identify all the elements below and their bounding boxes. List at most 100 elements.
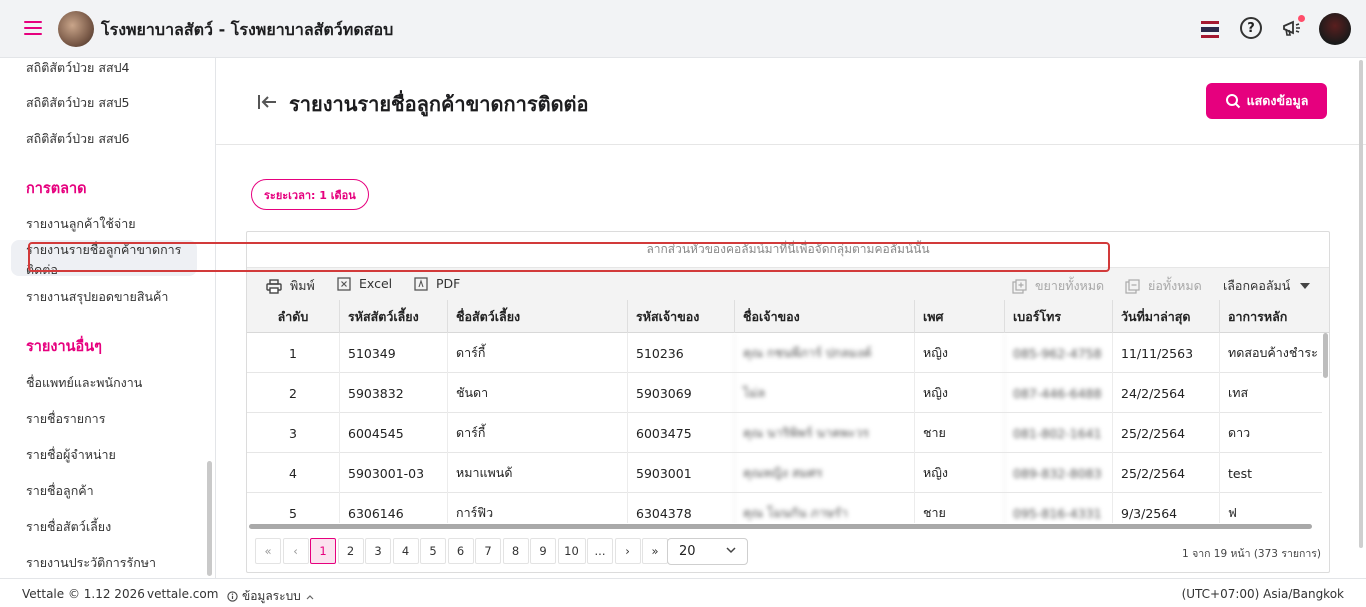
page-button-1[interactable]: 1 <box>310 538 336 564</box>
sidebar-item-customer-spending[interactable]: รายงานลูกค้าใช้จ่าย <box>26 214 136 234</box>
site-link[interactable]: vettale.com <box>147 587 218 601</box>
cell-no: 2 <box>289 385 297 401</box>
cell-gender: ชาย <box>914 413 1004 453</box>
page-scrollbar[interactable] <box>1359 60 1363 548</box>
page-button-6[interactable]: 6 <box>447 538 474 564</box>
page-info: 1 จาก 19 หน้า (373 รายการ) <box>1182 548 1321 560</box>
page-button-5[interactable]: 5 <box>420 538 446 564</box>
table-header: ลำดับ รหัสสัตว์เลี้ยง ชื่อสัตว์เลี้ยง รห… <box>247 300 1329 333</box>
table-row[interactable]: 2 5903832 ชันดา 5903069 ไม่ล หญิง 087-44… <box>247 373 1322 413</box>
cell-main-symptom: ทดสอบค้างชำระ ร <box>1219 333 1322 373</box>
sidebar-item-stat4[interactable]: สถิติสัตว์ป่วย สสป4 <box>26 58 129 78</box>
sidebar-item-sales-summary[interactable]: รายงานสรุปยอดขายสินค้า <box>26 287 168 307</box>
column-header-main-symptom[interactable]: อาการหลัก <box>1219 300 1329 333</box>
sidebar-item-doctors[interactable]: ชื่อแพทย์และพนักงาน <box>26 373 142 393</box>
column-header-phone[interactable]: เบอร์โทร <box>1004 300 1112 333</box>
column-header-last-visit[interactable]: วันที่มาล่าสุด <box>1112 300 1219 333</box>
cell-no: 3 <box>289 425 297 441</box>
sidebar-item-lost-customers[interactable]: รายงานรายชื่อลูกค้าขาดการ ติดต่อ <box>26 240 181 280</box>
help-icon[interactable]: ? <box>1240 17 1262 39</box>
table-row[interactable]: 3 6004545 ดาร์กี้ 6003475 คุณ นาริพิพร์ … <box>247 413 1322 453</box>
clinic-logo <box>58 11 94 47</box>
collapse-all-label: ย่อทั้งหมด <box>1148 278 1202 293</box>
cell-gender: หญิง <box>914 453 1004 493</box>
column-header-pet-code[interactable]: รหัสสัตว์เลี้ยง <box>339 300 447 333</box>
print-button[interactable]: พิมพ์ <box>266 276 315 296</box>
cell-no: 1 <box>289 345 297 361</box>
page-button-3[interactable]: 3 <box>365 538 391 564</box>
table-horizontal-scrollbar[interactable] <box>249 524 1312 529</box>
expand-all-button[interactable]: ขยายทั้งหมด <box>1012 276 1104 296</box>
top-bar: โรงพยาบาลสัตว์ - โรงพยาบาลสัตว์ทดสอบ ? <box>0 0 1366 58</box>
next-page-button[interactable]: › <box>614 538 641 564</box>
page-button-8[interactable]: 8 <box>502 538 529 564</box>
excel-button[interactable]: Excel <box>337 276 392 291</box>
page-button-7[interactable]: 7 <box>475 538 501 564</box>
column-chooser-label: เลือกคอลัมน์ <box>1223 278 1291 293</box>
show-data-button[interactable]: แสดงข้อมูล <box>1206 83 1327 119</box>
page-button-2[interactable]: 2 <box>337 538 364 564</box>
table-row[interactable]: 1 510349 ดาร์กี้ 510236 คุณ กชนพีภาร์ ปก… <box>247 333 1322 373</box>
cell-phone: 081-802-1641 <box>1004 413 1112 453</box>
pdf-button[interactable]: PDF <box>414 276 460 291</box>
sidebar-item-stat5[interactable]: สถิติสัตว์ป่วย สสป5 <box>26 93 129 113</box>
timezone-text: (UTC+07:00) Asia/Bangkok <box>1181 587 1344 601</box>
thai-flag-icon[interactable] <box>1201 21 1219 38</box>
sidebar-item-customers[interactable]: รายชื่อลูกค้า <box>26 481 94 501</box>
cell-pet-code: 6306146 <box>339 493 447 523</box>
first-page-button[interactable]: « <box>255 538 281 564</box>
column-header-pet-name[interactable]: ชื่อสัตว์เลี้ยง <box>447 300 627 333</box>
sidebar-item-suppliers[interactable]: รายชื่อผู้จำหน่าย <box>26 445 116 465</box>
cell-owner-code: 5903001 <box>627 453 734 493</box>
menu-icon[interactable] <box>24 21 42 35</box>
page-button-4[interactable]: 4 <box>392 538 419 564</box>
sidebar-item-stat6[interactable]: สถิติสัตว์ป่วย สสป6 <box>26 129 129 149</box>
sidebar-item-items[interactable]: รายชื่อรายการ <box>26 409 105 429</box>
group-panel[interactable]: ลากส่วนหัวของคอลัมน์มาที่นี่เพื่อจัดกลุ่… <box>247 232 1329 268</box>
column-header-no[interactable]: ลำดับ <box>247 300 339 333</box>
column-header-gender[interactable]: เพศ <box>914 300 1004 333</box>
system-info-button[interactable]: ข้อมูลระบบ <box>227 587 314 606</box>
cell-last-visit: 25/2/2564 <box>1112 453 1219 493</box>
sidebar-section-other: รายงานอื่นๆ <box>26 339 102 355</box>
chevron-down-icon <box>726 547 736 554</box>
page-ellipsis-button[interactable]: ... <box>587 538 613 564</box>
sidebar-item-treatment-history[interactable]: รายงานประวัติการรักษา <box>26 553 156 573</box>
collapse-icon <box>1125 278 1140 294</box>
avatar[interactable] <box>1319 13 1351 45</box>
sidebar-item-pets[interactable]: รายชื่อสัตว์เลี้ยง <box>26 517 111 537</box>
cell-phone: 089-832-8083 <box>1004 453 1112 493</box>
main-content: รายงานรายชื่อลูกค้าขาดการติดต่อ แสดงข้อม… <box>216 58 1366 578</box>
excel-label: Excel <box>359 276 393 291</box>
prev-page-button[interactable]: ‹ <box>282 538 309 564</box>
period-chip[interactable]: ระยะเวลา: 1 เดือน <box>251 179 369 210</box>
app-title: โรงพยาบาลสัตว์ - โรงพยาบาลสัตว์ทดสอบ <box>101 20 394 39</box>
footer: Vettale © 1.12 2026 vettale.com ข้อมูลระ… <box>0 578 1366 607</box>
expand-all-label: ขยายทั้งหมด <box>1035 278 1105 293</box>
show-data-label: แสดงข้อมูล <box>1246 93 1309 108</box>
back-arrow-icon[interactable] <box>256 92 278 112</box>
collapse-all-button[interactable]: ย่อทั้งหมด <box>1125 276 1202 296</box>
page-button-9[interactable]: 9 <box>530 538 556 564</box>
cell-gender: หญิง <box>914 333 1004 373</box>
last-page-button[interactable]: » <box>642 538 668 564</box>
system-info-label: ข้อมูลระบบ <box>242 589 301 603</box>
excel-icon <box>337 276 351 291</box>
column-header-owner-name[interactable]: ชื่อเจ้าของ <box>734 300 914 333</box>
megaphone-icon[interactable] <box>1282 15 1305 39</box>
data-grid: ลากส่วนหัวของคอลัมน์มาที่นี่เพื่อจัดกลุ่… <box>246 231 1330 573</box>
table-row[interactable]: 4 5903001-03 หมาแพนด้ 5903001 คุณหญิง สม… <box>247 453 1322 493</box>
sidebar-scrollbar[interactable] <box>207 461 212 576</box>
page-size-select[interactable]: 20 <box>667 538 748 565</box>
column-header-owner-code[interactable]: รหัสเจ้าของ <box>627 300 734 333</box>
cell-main-symptom: ดาว <box>1219 413 1322 453</box>
page-button-10[interactable]: 10 <box>557 538 586 564</box>
pagination: « ‹ 1 2 3 4 5 6 7 8 9 10 ... › » <box>255 538 670 564</box>
cell-pet-name: หมาแพนด้ <box>447 453 627 493</box>
cell-last-visit: 25/2/2564 <box>1112 413 1219 453</box>
column-chooser-button[interactable]: เลือกคอลัมน์ <box>1223 276 1311 296</box>
table-vertical-scrollbar[interactable] <box>1323 333 1328 378</box>
grid-toolbar: พิมพ์ Excel PDF ขยายทั้งหมด ย่อทั้งหมด เ… <box>247 268 1329 300</box>
table-row[interactable]: 5 6306146 การ์ฟิว 6304378 คุณ โมนกัน ภาษ… <box>247 493 1322 523</box>
cell-owner-code: 6304378 <box>627 493 734 523</box>
